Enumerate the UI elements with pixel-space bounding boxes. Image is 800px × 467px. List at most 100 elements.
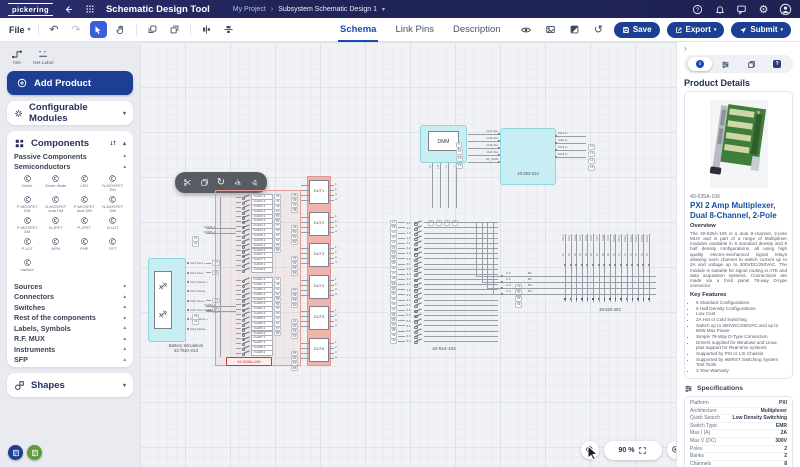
section-labels-symbols[interactable]: Labels, Symbols ▴ <box>14 323 126 334</box>
component-n-jfet[interactable]: N-JFET <box>43 216 70 236</box>
section-switches[interactable]: Switches ▴ <box>14 302 126 313</box>
file-menu[interactable]: File ▾ <box>9 25 31 35</box>
help-icon[interactable]: ? <box>691 3 704 16</box>
product-name[interactable]: PXI 2 Amp Multiplexer, Dual 8-Channel, 2… <box>690 201 787 220</box>
component-n-mosfet-dm[interactable]: N-MOSFET DM <box>100 195 127 215</box>
notifications-bell-icon[interactable] <box>713 3 726 16</box>
section-sources[interactable]: Sources ▴ <box>14 281 126 292</box>
flip-horizontal-icon[interactable] <box>233 178 242 187</box>
flip-vertical-icon[interactable] <box>250 178 259 187</box>
settings-gear-icon[interactable]: ⚙ <box>757 3 770 16</box>
component-p-ujt[interactable]: P-UJT <box>14 237 41 257</box>
back-arrow-icon[interactable] <box>62 3 75 16</box>
matrix-column-net-label: 65 <box>583 253 588 257</box>
component-fet[interactable]: FET <box>100 237 127 257</box>
matrix-terminal <box>636 264 639 267</box>
component-diode[interactable]: Diode <box>14 174 41 194</box>
schematic-canvas[interactable]: ↻ CH1 Vout +41 CH1 Vout -42 CH1 Sense + CH1 … <box>140 42 676 467</box>
feature-item: Switch up to 300VDC/250VAC and up to 60W… <box>696 323 787 334</box>
component-pnp[interactable]: PNP <box>71 237 98 257</box>
tab-schema[interactable]: Schema <box>338 18 379 42</box>
wire <box>492 223 494 294</box>
shapes-card[interactable]: Shapes ▾ <box>7 373 133 397</box>
add-product-button[interactable]: Add Product <box>7 71 133 95</box>
export-image-icon[interactable] <box>542 21 559 38</box>
undo-button[interactable]: ↶ <box>46 21 63 38</box>
product-details-panel: › i ? Product Details 40-635A-106 PXI 2 … <box>676 42 800 467</box>
panel-collapse-chevron-icon[interactable]: › <box>684 45 793 53</box>
pan-hand-tool-button[interactable] <box>112 21 129 38</box>
component-n-mosfet-dual-dm[interactable]: N-MOSFET dual DM <box>43 195 70 215</box>
component-varistor[interactable]: Varistor <box>14 258 41 278</box>
topbar: pickering Schematic Design Tool My Proje… <box>0 0 800 18</box>
chevron-down-icon[interactable]: ▾ <box>123 110 126 117</box>
bring-forward-icon[interactable] <box>144 21 161 38</box>
dut-pin-number: 2 <box>335 312 337 317</box>
tab-product-info[interactable]: i <box>687 57 712 71</box>
tab-related-products[interactable] <box>739 57 763 71</box>
component-p-mosfet-dual-dm[interactable]: P-MOSFET dual DM <box>71 195 98 215</box>
matrix-part-label: 40-520-403 <box>599 307 621 312</box>
zoom-in-button[interactable] <box>667 441 676 459</box>
submit-button[interactable]: Submit ▾ <box>731 21 791 38</box>
chat-icon[interactable] <box>735 3 748 16</box>
matrix-column-net-label: 62 <box>567 253 571 257</box>
configurable-modules-card[interactable]: Configurable Modules ▾ <box>7 101 133 125</box>
zoom-level-control[interactable]: 90 % <box>604 441 662 460</box>
wire <box>301 342 309 344</box>
battery-simulator-block[interactable] <box>148 258 186 342</box>
breadcrumb-page[interactable]: Subsystem Schematic Design 1 <box>278 6 377 13</box>
section-sfp[interactable]: SFP ▴ <box>14 355 126 366</box>
component-zener-diode[interactable]: Zener diode <box>43 174 70 194</box>
tab-configuration[interactable] <box>714 57 738 71</box>
component-symbol-icon <box>108 174 117 183</box>
chevron-down-icon[interactable]: ▾ <box>123 382 126 389</box>
redo-button[interactable]: ↷ <box>68 21 85 38</box>
zoom-level-value: 90 % <box>618 447 635 454</box>
sort-icon[interactable] <box>109 139 117 147</box>
dut-name: DUT4 <box>313 283 325 288</box>
component-p-jfet[interactable]: P-JFET <box>71 216 98 236</box>
history-icon[interactable]: ↺ <box>590 21 607 38</box>
breadcrumb-project[interactable]: My Project <box>233 6 266 13</box>
preview-eye-icon[interactable] <box>518 21 535 38</box>
user-avatar[interactable] <box>779 3 792 16</box>
tab-link-pins[interactable]: Link Pins <box>393 18 436 42</box>
component-n-ujt[interactable]: N-UJT <box>100 216 127 236</box>
rotate-icon[interactable]: ↻ <box>217 177 225 188</box>
export-button[interactable]: Export ▾ <box>666 21 725 38</box>
section-passive-components[interactable]: Passive Components ▴ <box>14 151 126 162</box>
wire <box>329 252 334 254</box>
net-tool[interactable]: Net <box>11 48 23 66</box>
component-led[interactable]: LED <box>71 174 98 194</box>
theme-contrast-icon[interactable] <box>566 21 583 38</box>
component-p-mosfet-dm[interactable]: P-MOSFET DM <box>14 216 41 236</box>
select-tool-button[interactable] <box>89 21 107 38</box>
tab-description[interactable]: Description <box>451 18 503 42</box>
chevron-up-icon[interactable]: ▴ <box>123 140 126 147</box>
components-header[interactable]: Components ▴ <box>14 135 126 151</box>
align-vertical-center-icon[interactable] <box>220 21 237 38</box>
section-semiconductors[interactable]: Semiconductors ▴ <box>14 162 126 173</box>
tab-help[interactable]: ? <box>765 57 789 71</box>
component-npn[interactable]: NPN <box>43 237 70 257</box>
cut-icon[interactable] <box>183 178 192 187</box>
net-label-tool[interactable]: Net Label <box>33 48 54 66</box>
component-n-mosfet-em[interactable]: N-MOSFET EM <box>100 174 127 194</box>
relay-output-pin: C.3 <box>506 283 511 288</box>
save-button[interactable]: Save <box>613 21 660 38</box>
section-r-f-mux[interactable]: R.F. MUX ▴ <box>14 334 126 345</box>
send-backward-icon[interactable] <box>166 21 183 38</box>
library-book-button[interactable] <box>8 445 23 460</box>
align-horizontal-center-icon[interactable] <box>198 21 215 38</box>
component-p-mosfet-em[interactable]: P-MOSFET EM <box>14 195 41 215</box>
section-rest-of-the-components[interactable]: Rest of the components ▴ <box>14 313 126 324</box>
duplicate-icon[interactable] <box>200 178 209 187</box>
section-connectors[interactable]: Connectors ▴ <box>14 292 126 303</box>
breadcrumb-caret-icon[interactable]: ▾ <box>382 6 385 13</box>
dut-pin-number: 4 <box>335 291 337 296</box>
apps-grid-icon[interactable] <box>84 3 97 16</box>
guide-book-button[interactable] <box>27 445 42 460</box>
matrix-column-top-label: CH3 <box>572 235 577 241</box>
section-instruments[interactable]: Instruments ▴ <box>14 344 126 355</box>
